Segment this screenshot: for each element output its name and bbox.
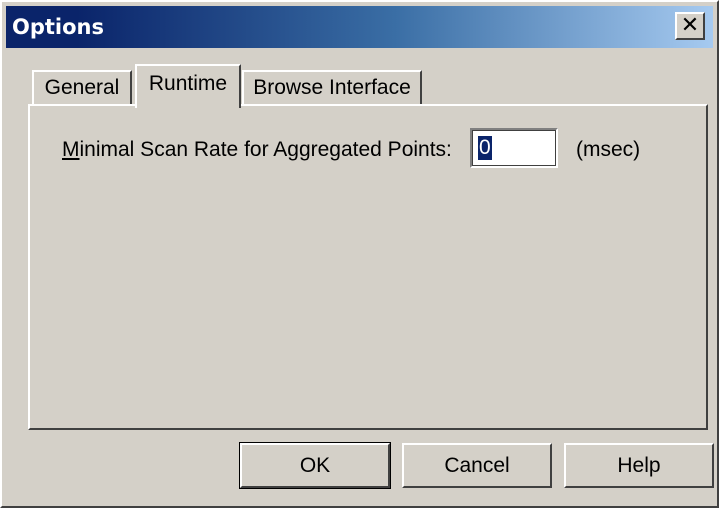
cancel-button-label: Cancel (444, 453, 510, 477)
scan-rate-value: 0 (478, 136, 492, 160)
window-title: Options (12, 15, 104, 39)
runtime-tab-panel: Minimal Scan Rate for Aggregated Points:… (28, 104, 708, 430)
title-bar[interactable]: Options ✕ (6, 6, 713, 48)
tab-runtime-label: Runtime (148, 72, 228, 95)
help-button[interactable]: Help (564, 443, 714, 488)
tab-browse-interface[interactable]: Browse Interface (242, 70, 422, 104)
scan-rate-label-text: inimal Scan Rate for Aggregated Points: (79, 138, 452, 161)
options-dialog: Options ✕ General Runtime Browse Interfa… (0, 0, 719, 508)
scan-rate-label: Minimal Scan Rate for Aggregated Points: (62, 138, 452, 162)
tab-general[interactable]: General (32, 70, 132, 104)
cancel-button[interactable]: Cancel (402, 443, 552, 488)
ok-button[interactable]: OK (239, 442, 391, 489)
help-button-label: Help (617, 453, 661, 477)
scan-rate-unit: (msec) (576, 138, 641, 161)
scan-rate-input[interactable]: 0 (470, 128, 558, 168)
tab-general-label: General (44, 76, 120, 99)
tab-runtime[interactable]: Runtime (135, 64, 241, 108)
close-icon: ✕ (680, 13, 700, 38)
close-button[interactable]: ✕ (675, 12, 705, 40)
tab-browse-interface-label: Browse Interface (253, 76, 411, 99)
ok-button-label: OK (299, 453, 331, 477)
scan-rate-label-accelerator: M (62, 138, 80, 161)
